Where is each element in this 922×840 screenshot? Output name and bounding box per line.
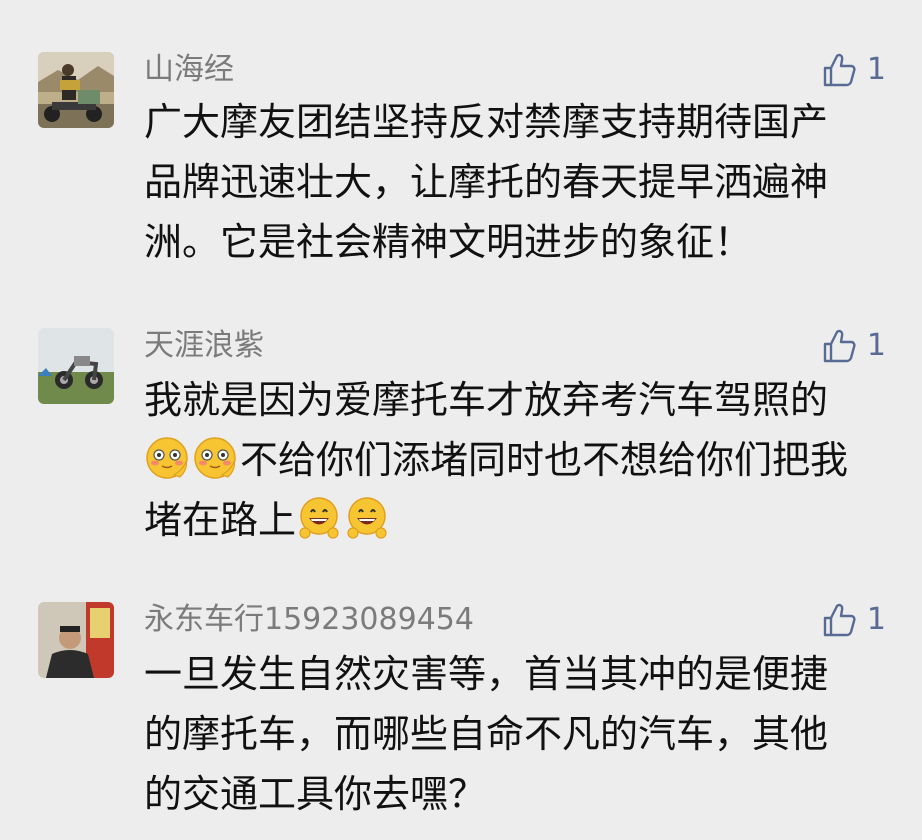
comment-text-line-with-emoji: 堵在路上: [144, 490, 884, 550]
thumbs-up-icon: [823, 53, 856, 87]
comment-text-line: 一旦发生自然灾害等，首当其冲的是便捷: [144, 652, 829, 696]
comment-text-line: 洲。它是社会精神文明进步的象征！: [144, 220, 753, 264]
grinning-face-emoji: [347, 497, 387, 539]
comment-text-line: 我就是因为爱摩托车才放弃考汽车驾照的: [144, 378, 829, 422]
like-button[interactable]: 1: [821, 50, 886, 90]
thumbs-up-icon: [823, 603, 856, 637]
comment-author[interactable]: 天涯浪紫: [144, 326, 264, 366]
like-count: 1: [866, 602, 886, 637]
grinning-face-emoji: [299, 497, 339, 539]
comment-text: 一旦发生自然灾害等，首当其冲的是便捷 的摩托车，而哪些自命不凡的汽车，其他 的交…: [144, 644, 884, 824]
comment-text-segment: 堵在路上: [144, 498, 297, 542]
shy-face-emoji: [146, 437, 188, 479]
comment-text-segment: 不给你们添堵同时也不想给你们把我: [240, 438, 849, 482]
avatar[interactable]: [38, 328, 114, 404]
comment-text: 广大摩友团结坚持反对禁摩支持期待国产 品牌迅速壮大，让摩托的春天提早洒遍神 洲。…: [144, 92, 884, 272]
like-count: 1: [866, 52, 886, 87]
comment-text: 我就是因为爱摩托车才放弃考汽车驾照的 不给你们添堵同时也不想给你们把我 堵在路上: [144, 370, 884, 550]
comment-text-line: 的摩托车，而哪些自命不凡的汽车，其他: [144, 712, 829, 756]
like-button[interactable]: 1: [821, 326, 886, 366]
comment-text-line: 品牌迅速壮大，让摩托的春天提早洒遍神: [144, 160, 829, 204]
comment-text-line: 广大摩友团结坚持反对禁摩支持期待国产: [144, 100, 829, 144]
like-count: 1: [866, 328, 886, 363]
shy-face-emoji: [194, 437, 236, 479]
avatar[interactable]: [38, 602, 114, 678]
comment-author[interactable]: 山海经: [144, 50, 234, 90]
comment-author[interactable]: 永东车行15923089454: [144, 600, 474, 640]
avatar[interactable]: [38, 52, 114, 128]
like-button[interactable]: 1: [821, 600, 886, 640]
thumbs-up-icon: [823, 329, 856, 363]
comment-text-line: 的交通工具你去嘿？: [144, 772, 487, 816]
comment-text-line-with-emoji: 不给你们添堵同时也不想给你们把我: [144, 430, 884, 490]
